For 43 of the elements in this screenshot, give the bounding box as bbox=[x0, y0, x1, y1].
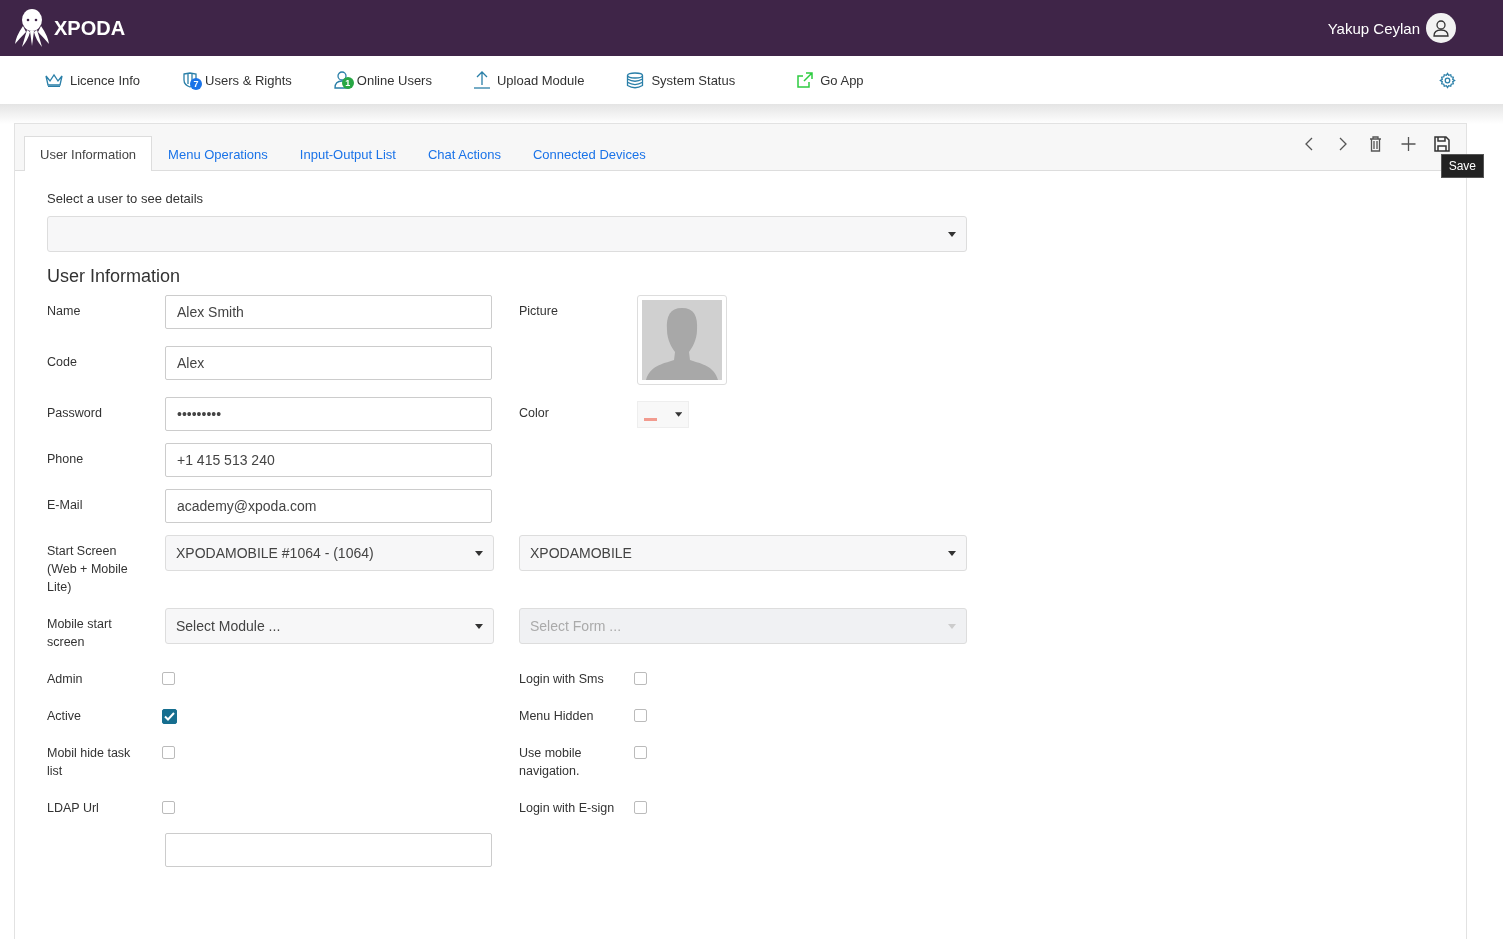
select-field[interactable]: XPODAMOBILE bbox=[519, 535, 967, 571]
input-field[interactable]: academy@xpoda.com bbox=[165, 489, 492, 523]
tab[interactable]: Menu Operations bbox=[152, 136, 284, 171]
input-field[interactable]: Alex bbox=[165, 346, 492, 380]
field-label: Use mobile navigation. bbox=[519, 745, 583, 780]
field-label: Color bbox=[519, 405, 550, 422]
field-label: Select a user to see details bbox=[47, 191, 205, 206]
field-label: Admin bbox=[47, 671, 84, 688]
tab[interactable]: Input-Output List bbox=[283, 136, 412, 171]
input-field[interactable]: ••••••••• bbox=[165, 397, 492, 431]
field-label: Menu Hidden bbox=[519, 708, 595, 725]
field-label: Password bbox=[47, 405, 103, 422]
nav-link[interactable]: Users & Rights bbox=[205, 72, 292, 88]
field-label: Mobil hide task list bbox=[47, 745, 132, 780]
count-badge: 1 bbox=[341, 77, 354, 89]
brand-name: XPODA bbox=[54, 16, 126, 40]
field-label: Code bbox=[47, 354, 78, 371]
section-title: User Information bbox=[47, 266, 182, 287]
field-label: Name bbox=[47, 303, 82, 320]
field-label: E-Mail bbox=[47, 497, 84, 514]
nav-link[interactable]: Licence Info bbox=[70, 72, 141, 88]
nav-link[interactable]: Upload Module bbox=[496, 72, 585, 88]
nav-link[interactable]: Online Users bbox=[356, 72, 432, 88]
count-badge: 7 bbox=[190, 78, 203, 90]
field-label: Login with E-sign bbox=[519, 800, 616, 817]
nav-link[interactable]: System Status bbox=[651, 72, 736, 88]
tooltip: Save bbox=[1440, 154, 1484, 178]
field-label: LDAP Url bbox=[47, 800, 100, 817]
field-label: Mobile start screen bbox=[47, 616, 113, 651]
field-label: Active bbox=[47, 708, 83, 725]
field-label: Start Screen (Web + Mobile Lite) bbox=[47, 543, 129, 596]
field-label: Login with Sms bbox=[519, 671, 605, 688]
tab[interactable]: User Information bbox=[24, 136, 153, 171]
field-label: Picture bbox=[519, 303, 559, 320]
tab[interactable]: Connected Devices bbox=[516, 136, 662, 171]
input-field[interactable]: +1 415 513 240 bbox=[165, 443, 492, 477]
nav-link[interactable]: Go App bbox=[820, 72, 864, 88]
field-label: Phone bbox=[47, 451, 85, 468]
select-field[interactable]: Select Module ... bbox=[165, 608, 494, 644]
select-field[interactable]: XPODAMOBILE #1064 - (1064) bbox=[165, 535, 494, 571]
user-name[interactable]: Yakup Ceylan bbox=[1327, 19, 1420, 37]
tab[interactable]: Chat Actions bbox=[411, 136, 517, 171]
input-field[interactable]: Alex Smith bbox=[165, 295, 492, 329]
